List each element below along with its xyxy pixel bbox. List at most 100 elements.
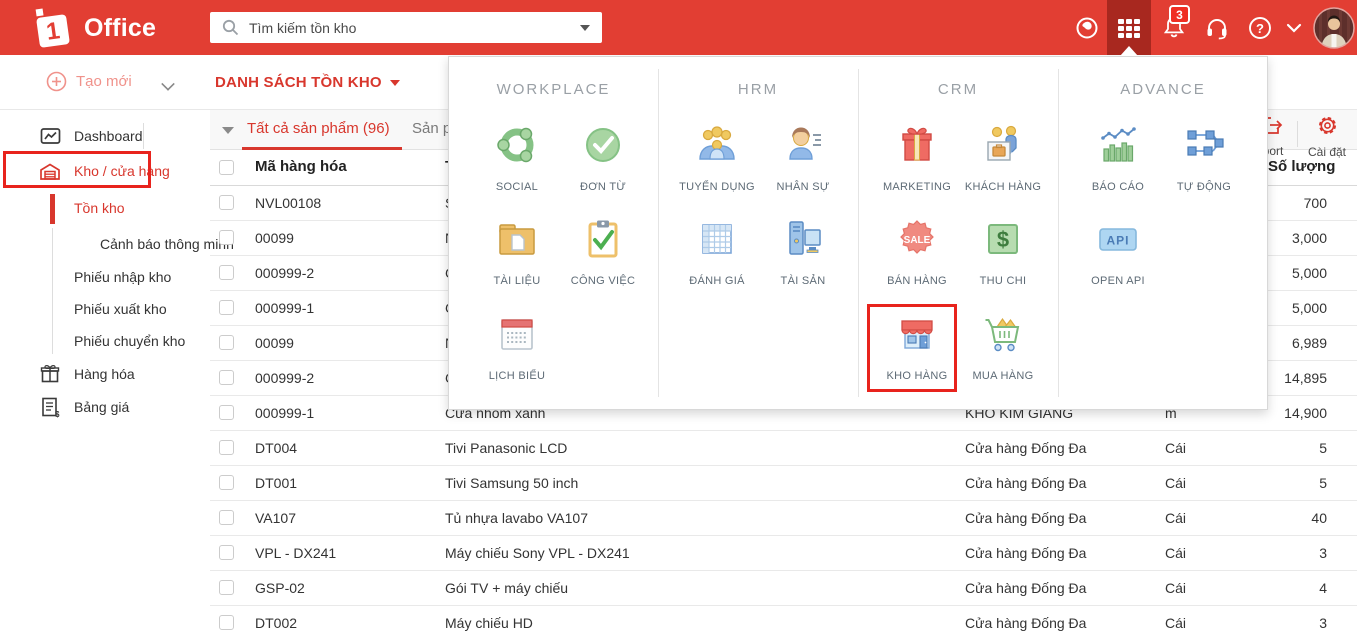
cell-warehouse: Cửa hàng Đống Đa xyxy=(965,475,1087,491)
sidebar-item-phieu-xuat-kho[interactable]: Phiếu xuất kho xyxy=(0,292,210,326)
header-so-luong[interactable]: Số lượng xyxy=(1268,158,1335,175)
header-ma-hang-hoa[interactable]: Mã hàng hóa xyxy=(255,158,347,175)
menu-app-open-api[interactable]: API OPEN API xyxy=(1070,217,1166,287)
create-dropdown-chevron-icon[interactable] xyxy=(161,77,175,91)
gear-icon xyxy=(1318,117,1336,134)
cell-quantity: 14,900 xyxy=(1284,405,1327,421)
menu-app-công-việc[interactable]: CÔNG VIỆC xyxy=(555,217,651,287)
sidebar-item-bang-gia[interactable]: $ Bảng giá xyxy=(0,390,210,424)
menu-app-thu-chi[interactable]: $ THU CHI xyxy=(955,217,1051,287)
sidebar-item-ton-kho[interactable]: Tồn kho xyxy=(0,191,210,225)
menu-app-label: MUA HÀNG xyxy=(972,370,1034,382)
menu-section-title: CRM xyxy=(937,81,979,98)
sidebar-label: Phiếu chuyển kho xyxy=(74,333,186,349)
menu-app-đánh-giá[interactable]: ĐÁNH GIÁ xyxy=(669,217,765,287)
globe-icon[interactable] xyxy=(1065,0,1109,55)
row-checkbox[interactable] xyxy=(219,335,234,350)
row-checkbox[interactable] xyxy=(219,195,234,210)
1office-logo-icon: 1 xyxy=(35,8,70,48)
row-checkbox[interactable] xyxy=(219,440,234,455)
row-checkbox[interactable] xyxy=(219,545,234,560)
row-checkbox[interactable] xyxy=(219,510,234,525)
menu-section-title: ADVANCE xyxy=(1120,81,1206,98)
table-row[interactable]: VPL - DX241 Máy chiếu Sony VPL - DX241 Cửa… xyxy=(210,536,1357,571)
cell-unit: Cái xyxy=(1165,580,1187,596)
menu-app-khách-hàng[interactable]: KHÁCH HÀNG xyxy=(955,123,1051,193)
row-checkbox[interactable] xyxy=(219,405,234,420)
select-all-checkbox[interactable] xyxy=(219,160,234,175)
table-row[interactable]: VA107 Tủ nhựa lavabo VA107 Cửa hàng Đống Đ… xyxy=(210,501,1357,536)
menu-pointer xyxy=(1120,46,1138,56)
table-row[interactable]: GSP-02 Gói TV + máy chiếu Cửa hàng Đống Đa… xyxy=(210,571,1357,606)
create-new-button[interactable]: Tạo mới xyxy=(46,71,132,92)
table-row[interactable]: DT002 Máy chiếu HD Cửa hàng Đống Đa Cái 3 xyxy=(210,606,1357,640)
help-icon[interactable]: ? xyxy=(1238,0,1282,55)
sidebar-label: Bảng giá xyxy=(74,399,130,415)
menu-column-divider xyxy=(858,69,859,397)
svg-text:API: API xyxy=(1106,234,1129,248)
menu-column-divider xyxy=(658,69,659,397)
sidebar-item-phieu-chuyen-kho[interactable]: Phiếu chuyển kho xyxy=(0,324,210,358)
search-icon xyxy=(222,19,239,36)
menu-app-kho-hàng[interactable]: KHO HÀNG xyxy=(869,312,965,382)
sidebar-item-dashboard[interactable]: Dashboard xyxy=(0,119,210,153)
cell-product-name: Máy chiếu Sony VPL - DX241 xyxy=(445,545,630,561)
user-avatar[interactable] xyxy=(1312,0,1356,55)
search-dropdown-caret[interactable] xyxy=(580,24,590,31)
row-checkbox[interactable] xyxy=(219,265,234,280)
report-icon xyxy=(1096,123,1140,167)
menu-app-social[interactable]: SOCIAL xyxy=(469,123,565,193)
row-checkbox[interactable] xyxy=(219,475,234,490)
row-checkbox[interactable] xyxy=(219,580,234,595)
row-checkbox[interactable] xyxy=(219,230,234,245)
menu-app-label: KHO HÀNG xyxy=(886,370,948,382)
cell-product-code: 00099 xyxy=(255,335,294,351)
sidebar-item-kho-cua-hang[interactable]: Kho / cửa hàng xyxy=(0,154,210,188)
menu-app-label: ĐƠN TỪ xyxy=(579,181,627,193)
automation-icon xyxy=(1182,123,1226,167)
chevron-down-icon[interactable] xyxy=(1281,0,1307,55)
sidebar-item-canh-bao-thong-minh[interactable]: Cảnh báo thông minh xyxy=(0,227,234,261)
menu-app-tự-động[interactable]: TỰ ĐỘNG xyxy=(1156,123,1252,193)
tab-all-products[interactable]: Tất cả sản phẩm (96) xyxy=(247,120,390,137)
page-title-dropdown[interactable]: DANH SÁCH TỒN KHO xyxy=(215,74,400,91)
notifications-bell-icon[interactable]: 3 xyxy=(1152,0,1196,55)
menu-app-bán-hàng[interactable]: SALE BÁN HÀNG xyxy=(869,217,965,287)
row-checkbox[interactable] xyxy=(219,615,234,630)
app-logo[interactable]: 1 Office xyxy=(30,7,156,49)
menu-app-tài-sản[interactable]: TÀI SẢN xyxy=(755,217,851,287)
support-headset-icon[interactable] xyxy=(1195,0,1239,55)
cell-unit: Cái xyxy=(1165,615,1187,631)
menu-app-tuyển-dụng[interactable]: TUYỂN DỤNG xyxy=(669,123,765,193)
menu-app-báo-cáo[interactable]: BÁO CÁO xyxy=(1070,123,1166,193)
cell-quantity: 5,000 xyxy=(1291,265,1327,281)
menu-app-tài-liệu[interactable]: TÀI LIỆU xyxy=(469,217,565,287)
cell-quantity: 14,895 xyxy=(1284,370,1327,386)
sidebar-item-hang-hoa[interactable]: Hàng hóa xyxy=(0,357,210,391)
cell-product-name: Máy chiếu HD xyxy=(445,615,533,631)
tabs-dropdown-caret[interactable] xyxy=(222,127,234,134)
svg-text:SALE: SALE xyxy=(904,235,931,246)
cell-quantity: 5 xyxy=(1319,440,1327,456)
menu-app-label: KHÁCH HÀNG xyxy=(964,181,1042,193)
settings-button[interactable]: Cài đặt xyxy=(1305,114,1349,159)
sidebar-item-phieu-nhap-kho[interactable]: Phiếu nhập kho xyxy=(0,260,210,294)
cell-product-code: GSP-02 xyxy=(255,580,305,596)
search-input[interactable]: Tìm kiếm tồn kho xyxy=(210,12,602,43)
title-caret-icon xyxy=(389,79,400,86)
dashboard-icon xyxy=(38,127,62,146)
menu-app-lịch-biểu[interactable]: LỊCH BIỂU xyxy=(469,312,565,382)
table-row[interactable]: DT001 Tivi Samsung 50 inch Cửa hàng Đống Đ… xyxy=(210,466,1357,501)
row-checkbox[interactable] xyxy=(219,300,234,315)
notification-badge: 3 xyxy=(1169,5,1190,24)
cell-quantity: 4 xyxy=(1319,580,1327,596)
menu-app-marketing[interactable]: MARKETING xyxy=(869,123,965,193)
cell-unit: Cái xyxy=(1165,440,1187,456)
menu-app-nhân-sự[interactable]: NHÂN SỰ xyxy=(755,123,851,193)
menu-app-đơn-từ[interactable]: ĐƠN TỪ xyxy=(555,123,651,193)
menu-app-mua-hàng[interactable]: MUA HÀNG xyxy=(955,312,1051,382)
table-row[interactable]: DT004 Tivi Panasonic LCD Cửa hàng Đống Đa C… xyxy=(210,431,1357,466)
personnel-icon xyxy=(781,123,825,167)
row-checkbox[interactable] xyxy=(219,370,234,385)
search-placeholder: Tìm kiếm tồn kho xyxy=(249,19,357,36)
